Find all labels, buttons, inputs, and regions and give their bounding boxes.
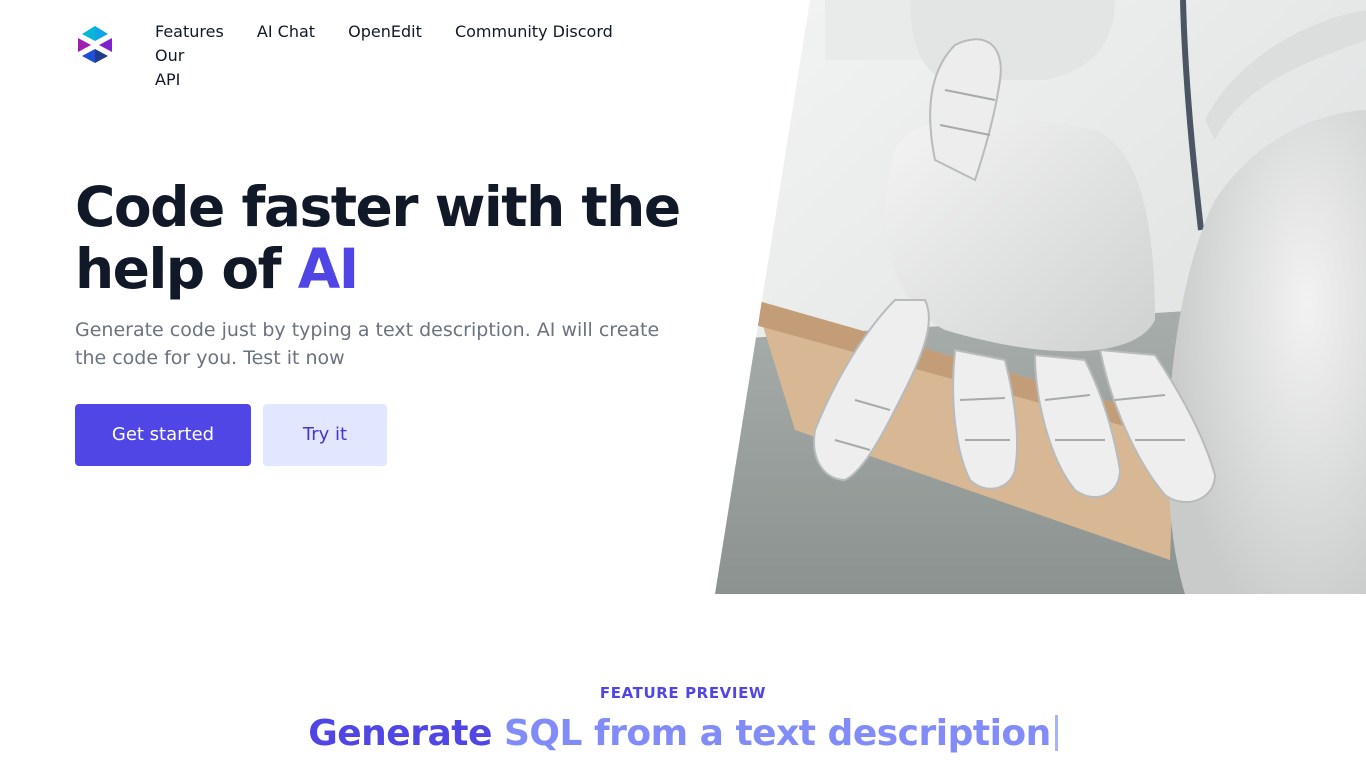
get-started-button[interactable]: Get started xyxy=(75,404,251,466)
landing-page: Features AI Chat OpenEdit Community Disc… xyxy=(0,0,1366,768)
hero-subtitle: Generate code just by typing a text desc… xyxy=(75,319,660,369)
feature-title-dark: Generate xyxy=(308,713,492,754)
feature-preview-title: Generate SQL from a text description xyxy=(0,710,1366,758)
feature-preview-label: FEATURE PREVIEW xyxy=(599,684,767,702)
main-nav: Features AI Chat OpenEdit Community Disc… xyxy=(155,20,675,92)
logo-shard-bottom-right xyxy=(95,49,108,63)
nav-link-our-api[interactable]: Our API xyxy=(155,44,185,92)
nav-link-ai-chat[interactable]: AI Chat xyxy=(257,20,315,44)
brand-logo[interactable] xyxy=(76,24,114,64)
try-it-button[interactable]: Try it xyxy=(263,404,387,466)
nav-link-features[interactable]: Features xyxy=(155,20,224,44)
logo-shard-top-right xyxy=(95,26,108,41)
logo-shard-top-left xyxy=(82,26,95,41)
feature-title-light: SQL from a text description xyxy=(503,713,1051,754)
logo-shard-right xyxy=(99,38,112,52)
nav-link-openedit[interactable]: OpenEdit xyxy=(348,20,422,44)
nav-link-community-discord[interactable]: Community Discord xyxy=(455,20,613,44)
logo-shard-bottom-left xyxy=(82,49,95,63)
hero-title-main: Code faster with the help of xyxy=(75,175,681,301)
logo-shard-left xyxy=(78,38,91,52)
hero-title: Code faster with the help of AI xyxy=(75,176,715,300)
typing-cursor xyxy=(1054,715,1058,751)
robot-hand-illustration xyxy=(715,0,1366,594)
hero-title-accent: AI xyxy=(297,237,360,301)
robot-hand-image xyxy=(715,0,1366,594)
